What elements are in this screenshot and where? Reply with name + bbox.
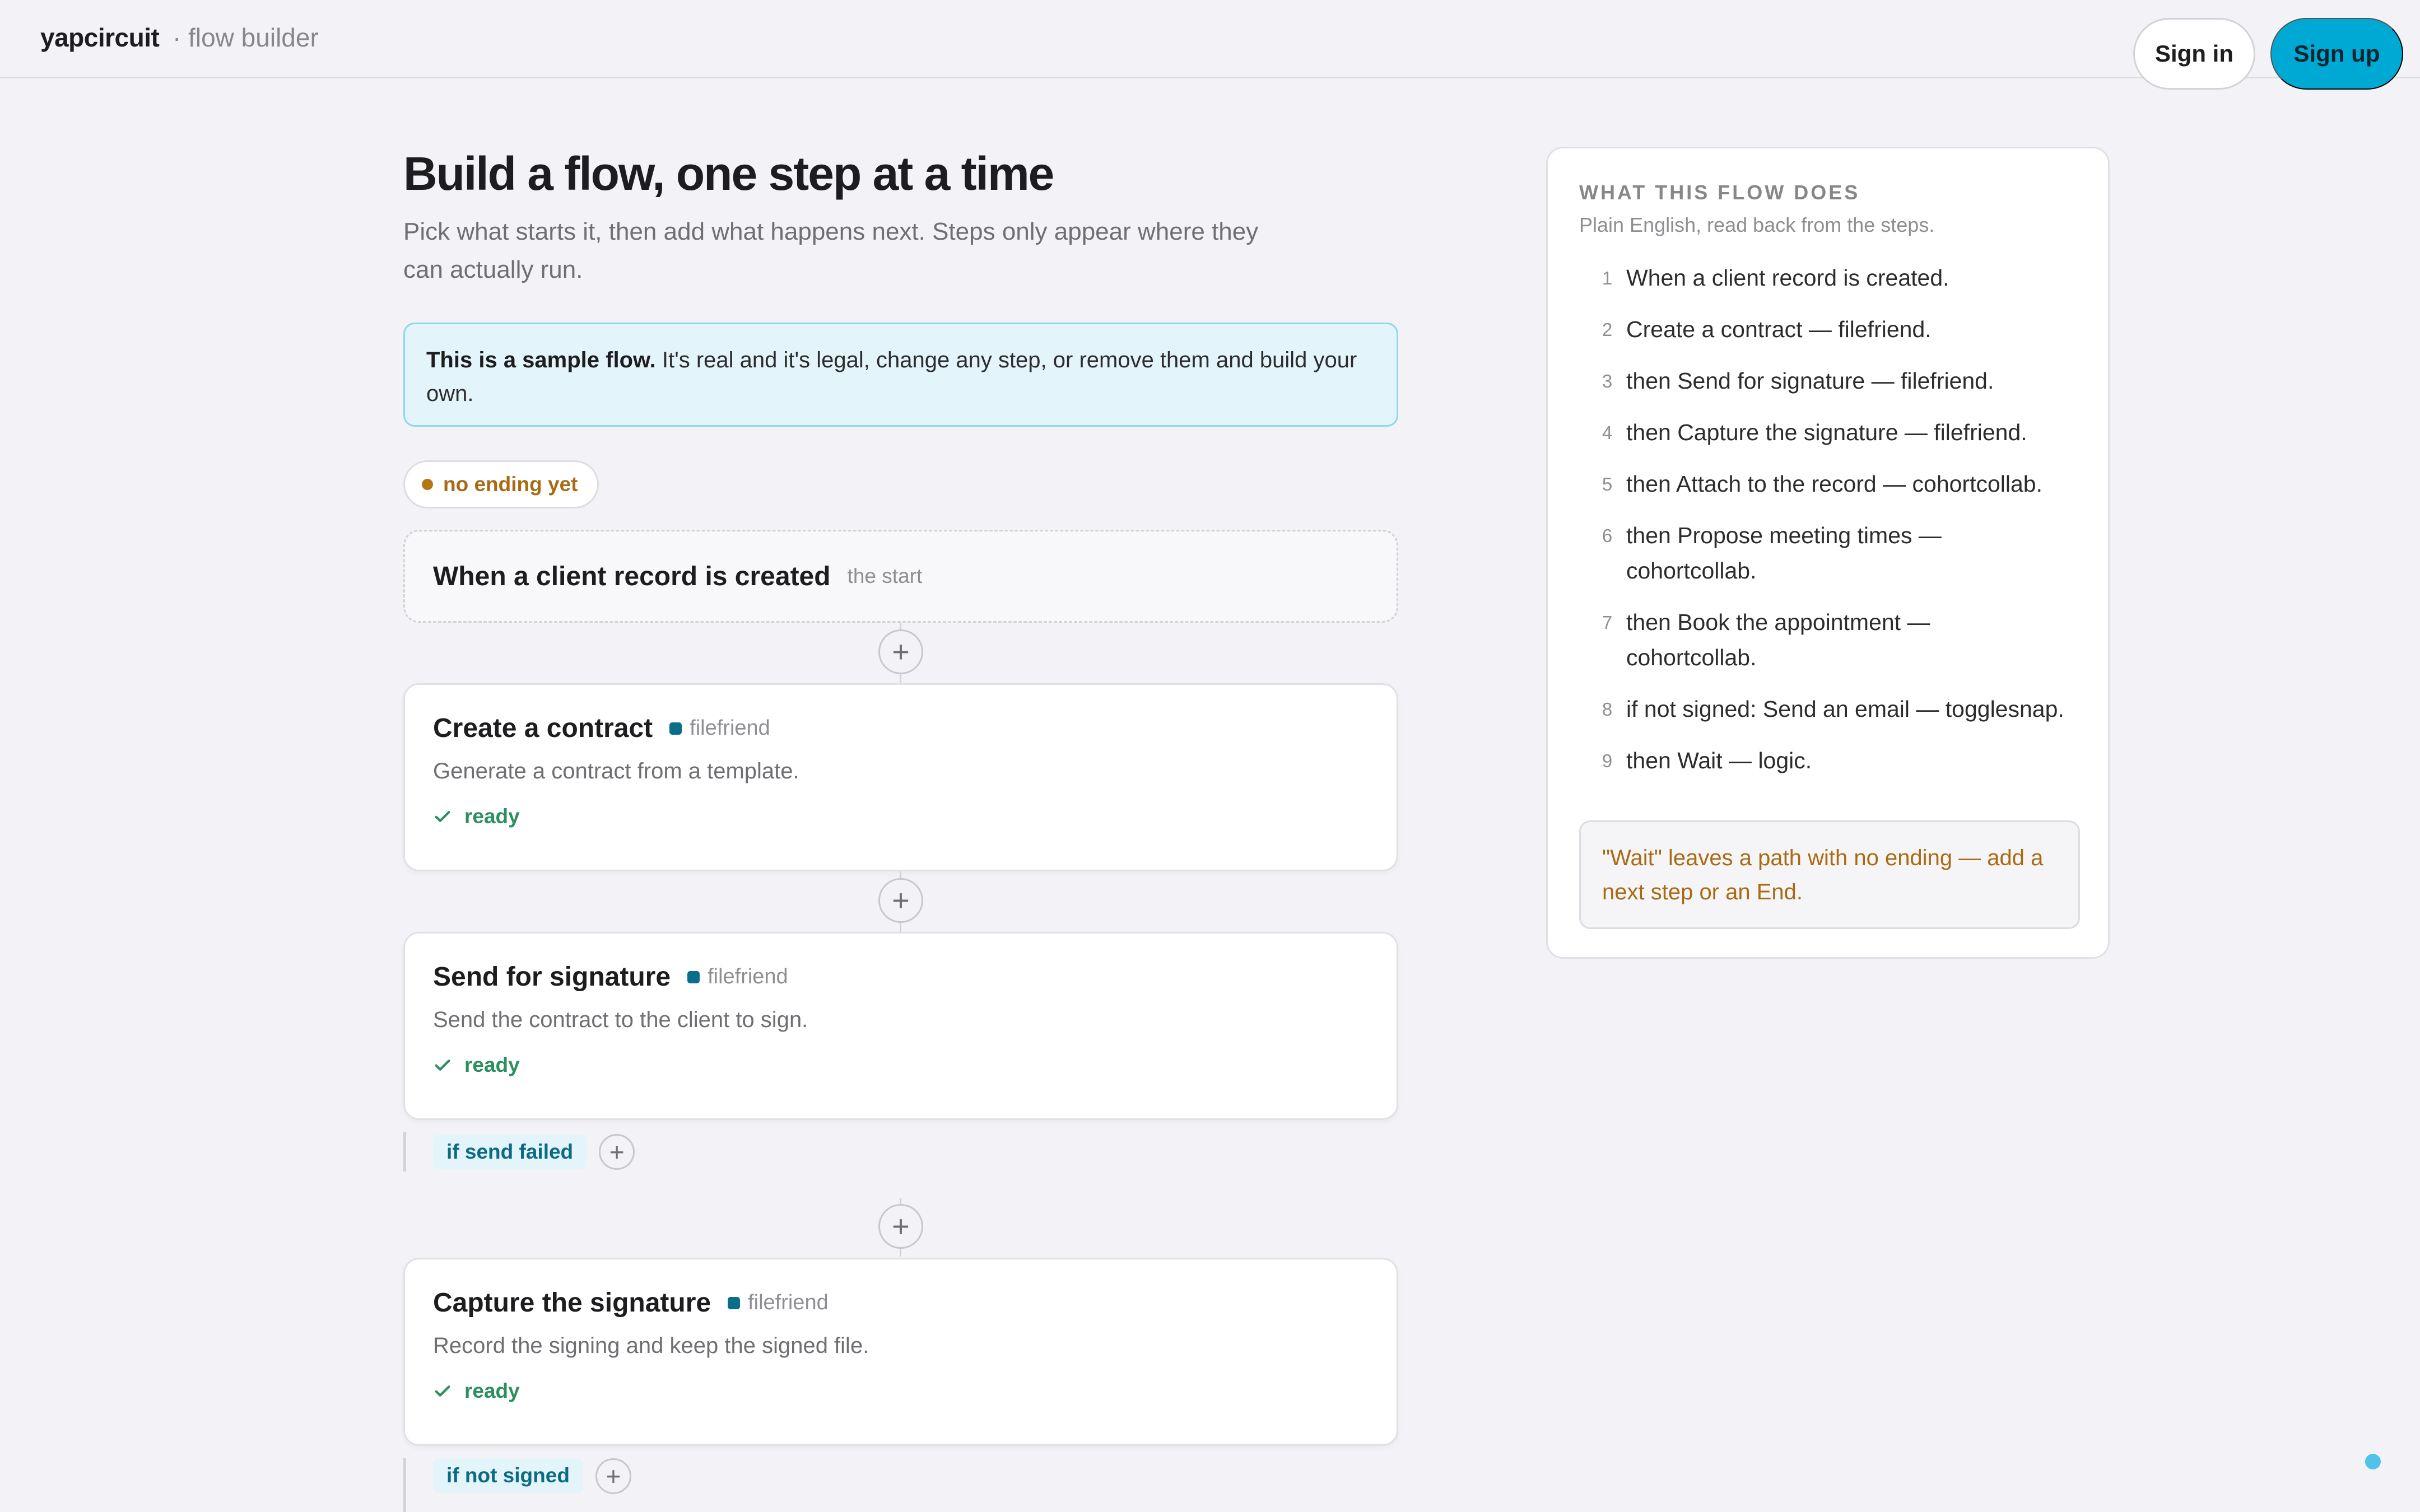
sign-up-button[interactable]: Sign up: [2270, 18, 2403, 90]
summary-item: 6 then Propose meeting times — cohortcoll…: [1579, 518, 1971, 589]
status-label: no ending yet: [443, 473, 578, 496]
page-title: Build a flow, one step at a time: [403, 147, 1054, 200]
check-icon: [435, 811, 450, 822]
summary-item-number: 7: [1602, 612, 1613, 633]
top-bar: yapcircuit · flow builder Sign in Sign u…: [0, 0, 2420, 90]
sign-in-button[interactable]: Sign in: [2133, 18, 2255, 90]
trigger-title: When a client record is created: [433, 561, 831, 591]
step-status: ready: [433, 805, 520, 828]
branch-label[interactable]: if not signed: [433, 1458, 583, 1493]
app-subtitle: · flow builder: [173, 23, 319, 52]
app-square-icon: [687, 970, 700, 983]
step-app: filefriend: [687, 965, 788, 989]
step-description: Send the contract to the client to sign.: [433, 1007, 808, 1032]
summary-item: 9 then Wait — logic.: [1579, 743, 2083, 778]
step-status-label: ready: [464, 805, 520, 828]
branch-label[interactable]: if send failed: [433, 1135, 587, 1169]
summary-item-number: 8: [1602, 699, 1613, 720]
summary-item-number: 2: [1602, 319, 1613, 340]
add-step-button[interactable]: +: [878, 1204, 923, 1249]
step-app-label: filefriend: [708, 965, 788, 988]
summary-item-number: 1: [1602, 268, 1613, 288]
check-icon: [435, 1385, 450, 1397]
branch-not-signed: if not signed +: [403, 1458, 631, 1512]
summary-item-text: Create a contract — filefriend.: [1626, 316, 1932, 342]
brand-logo[interactable]: yapcircuit: [40, 22, 160, 53]
summary-item-text: then Attach to the record — cohortcollab…: [1626, 471, 2042, 497]
step-title: Create a contract: [433, 713, 653, 743]
trigger-tag: the start: [847, 564, 923, 587]
summary-item: 1 When a client record is created.: [1579, 260, 2083, 296]
step-app: filefriend: [669, 716, 770, 740]
summary-item-text: if not signed: Send an email — togglesna…: [1626, 696, 2064, 722]
summary-warning: "Wait" leaves a path with no ending — ad…: [1579, 820, 2080, 929]
step-title: Send for signature: [433, 962, 671, 992]
help-dot-icon[interactable]: [2365, 1454, 2381, 1469]
step-card-send-for-signature[interactable]: Send for signature filefriend Send the c…: [403, 932, 1398, 1120]
summary-item: 8 if not signed: Send an email — togglesn…: [1579, 692, 2083, 727]
app-square-icon: [669, 722, 682, 735]
status-dot-icon: [422, 479, 433, 490]
summary-item: 3 then Send for signature — filefriend.: [1579, 363, 2083, 399]
summary-item-text: When a client record is created.: [1626, 265, 1949, 291]
step-app-label: filefriend: [748, 1291, 829, 1314]
summary-item-number: 5: [1602, 474, 1613, 494]
step-card-capture-signature[interactable]: Capture the signature filefriend Record …: [403, 1258, 1398, 1446]
branch-send-failed: if send failed +: [403, 1132, 635, 1172]
summary-item: 7 then Book the appointment — cohortcolla…: [1579, 605, 1971, 675]
summary-item-number: 9: [1602, 750, 1613, 771]
summary-item-text: then Send for signature — filefriend.: [1626, 368, 1994, 394]
step-app: filefriend: [728, 1291, 829, 1315]
summary-item-number: 6: [1602, 525, 1613, 546]
check-icon: [435, 1060, 450, 1071]
add-branch-step-button[interactable]: +: [599, 1134, 635, 1170]
summary-item: 5 then Attach to the record — cohortcolla…: [1579, 466, 2083, 502]
summary-title: WHAT THIS FLOW DOES: [1579, 181, 1860, 204]
add-step-button[interactable]: +: [878, 878, 923, 923]
summary-item: 2 Create a contract — filefriend.: [1579, 312, 2083, 347]
step-app-label: filefriend: [690, 716, 770, 740]
summary-item-text: then Propose meeting times — cohortcolla…: [1626, 522, 1942, 584]
add-step-button[interactable]: +: [878, 629, 923, 674]
page-subtitle: Pick what starts it, then add what happe…: [403, 218, 1259, 283]
summary-list: 1 When a client record is created. 2 Creat…: [1579, 260, 2083, 778]
step-card-create-contract[interactable]: Create a contract filefriend Generate a …: [403, 683, 1398, 871]
sample-note-heading: This is a sample flow.: [426, 348, 656, 372]
summary-item: 4 then Capture the signature — filefriend…: [1579, 415, 2083, 450]
step-description: Record the signing and keep the signed f…: [433, 1333, 869, 1358]
trigger-card[interactable]: When a client record is created the star…: [403, 530, 1398, 623]
step-status: ready: [433, 1379, 520, 1403]
add-branch-step-button[interactable]: +: [595, 1458, 631, 1494]
summary-item-text: then Capture the signature — filefriend.: [1626, 419, 2027, 445]
step-status: ready: [433, 1053, 520, 1077]
step-status-label: ready: [464, 1053, 520, 1076]
flow-summary-panel: WHAT THIS FLOW DOES Plain English, read …: [1546, 147, 2110, 959]
summary-item-number: 4: [1602, 422, 1613, 443]
step-status-label: ready: [464, 1379, 520, 1402]
step-title: Capture the signature: [433, 1288, 711, 1318]
status-badge: no ending yet: [403, 460, 599, 508]
step-description: Generate a contract from a template.: [433, 759, 799, 783]
summary-item-number: 3: [1602, 371, 1613, 391]
summary-item-text: then Wait — logic.: [1626, 748, 1812, 773]
summary-subtitle: Plain English, read back from the steps.: [1579, 213, 1935, 236]
app-square-icon: [728, 1296, 741, 1309]
summary-item-text: then Book the appointment — cohortcollab…: [1626, 609, 1930, 670]
sample-flow-notice: This is a sample flow. It's real and it'…: [403, 323, 1398, 427]
